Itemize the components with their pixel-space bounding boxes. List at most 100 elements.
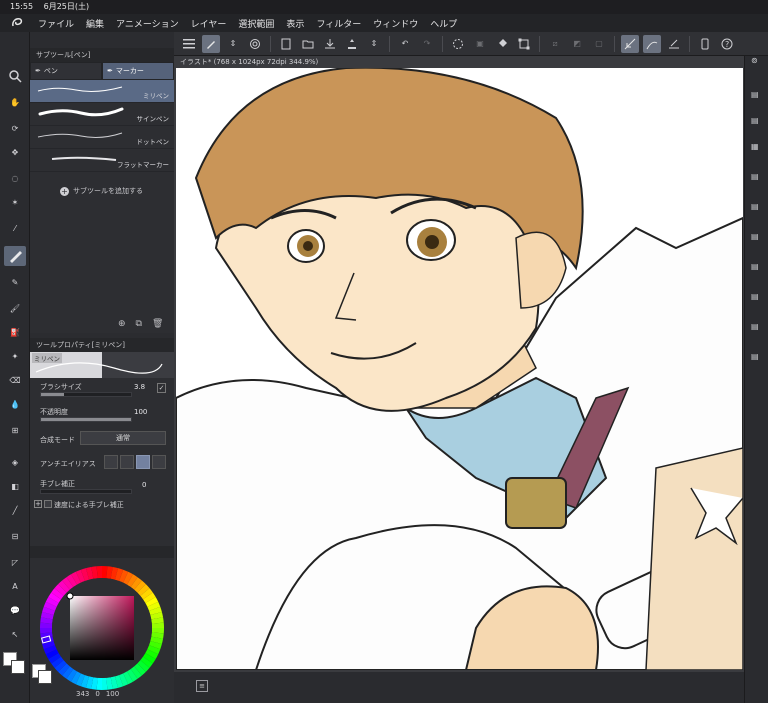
add-subtool-button[interactable]: + サブツールを追加する [30,186,174,196]
gradient-icon[interactable]: ◧ [4,476,26,496]
blend-mode-select[interactable]: 通常 [80,431,166,445]
pencil-icon[interactable]: ✎ [4,272,26,292]
aa-weak-icon[interactable] [120,455,134,469]
eraser-icon[interactable]: ⌫ [4,370,26,390]
trash-icon[interactable]: 🗑 [152,319,163,329]
brush-size-value[interactable]: 3.8 [134,383,145,391]
pressure-toggle-icon[interactable]: ✓ [157,383,166,393]
app-logo-icon[interactable] [10,16,24,30]
copy-icon[interactable]: ⊕ [118,319,126,329]
menu-selection[interactable]: 選択範囲 [238,17,274,30]
airbrush-icon[interactable]: ⛽ [4,322,26,342]
fill-icon[interactable] [493,35,511,53]
aa-strong-icon[interactable] [152,455,166,469]
text-icon[interactable]: A [4,576,26,596]
figure-icon[interactable]: ⊞ [4,420,26,440]
frame-icon[interactable]: ⊟ [4,526,26,546]
clear-icon[interactable] [449,35,467,53]
snap-ruler-icon[interactable] [621,34,639,53]
color-wheel[interactable] [38,564,166,692]
selection-border-icon[interactable]: ▢ [590,35,608,53]
opacity-fill [41,418,131,421]
history-icon[interactable]: ▤ [751,202,763,214]
deselect-icon[interactable]: ⧄ [546,35,564,53]
brush-item-sign-pen[interactable]: サインペン [30,103,174,126]
stabilize-slider[interactable] [40,489,132,494]
duplicate-icon[interactable]: ⧉ [136,319,142,329]
invert-selection-icon[interactable]: ◩ [568,35,586,53]
ruler-icon[interactable]: ◸ [4,552,26,572]
object-select-icon[interactable]: ↖ [4,624,26,644]
clear-outside-icon[interactable]: ▣ [471,35,489,53]
command-bar: ⇕ ⇕ ↶ ↷ ▣ ⧄ ◩ ▢ ? [174,32,768,56]
auto-action-icon[interactable]: ▤ [751,232,763,244]
layer-icon[interactable]: ▦ [751,142,763,154]
transform-icon[interactable] [515,35,533,53]
snap-grid-icon[interactable] [665,35,683,53]
menu-help[interactable]: ヘルプ [430,17,457,30]
hamburger-menu-icon[interactable] [180,35,198,53]
quick-access-icon[interactable]: ▤ [751,352,763,364]
help-icon[interactable]: ? [718,35,736,53]
brush-size-slider[interactable] [40,392,132,397]
aa-medium-icon[interactable] [136,455,150,469]
expand-icon[interactable]: + [34,500,42,508]
decoration-icon[interactable]: ✦ [4,346,26,366]
illustration-canvas[interactable] [176,68,743,670]
menu-file[interactable]: ファイル [38,17,74,30]
bg-color-swatch[interactable] [38,670,52,684]
magic-wand-icon[interactable]: ✶ [4,192,26,212]
opacity-slider[interactable] [40,417,132,422]
export-icon[interactable] [343,35,361,53]
menu-view[interactable]: 表示 [286,17,304,30]
opacity-value[interactable]: 100 [134,408,147,416]
menu-window[interactable]: ウィンドウ [373,17,418,30]
menu-edit[interactable]: 編集 [86,17,104,30]
updown-icon[interactable]: ⇕ [224,35,242,53]
hand-icon[interactable]: ✋ [4,92,26,112]
layer-search-icon[interactable]: ▤ [751,116,763,128]
blend-icon[interactable]: 💧 [4,394,26,414]
undo-icon[interactable]: ↶ [396,35,414,53]
redo-icon[interactable]: ↷ [418,35,436,53]
color-panel-header [30,546,174,558]
menu-animation[interactable]: アニメーション [116,17,179,30]
rotate-icon[interactable]: ⟳ [4,118,26,138]
lasso-tool-icon[interactable]: ◌ [4,168,26,188]
speed-checkbox[interactable] [44,500,52,508]
eyedropper-icon[interactable]: ⁄ [4,218,26,238]
canvas-tab[interactable]: イラスト* (768 x 1024px 72dpi 344.9%) [174,56,744,68]
info-icon[interactable]: ▤ [751,322,763,334]
move-icon[interactable]: ✥ [4,142,26,162]
menu-layer[interactable]: レイヤー [191,17,227,30]
fill-bucket-icon[interactable]: ◈ [4,452,26,472]
pen-tool-icon[interactable] [4,246,26,266]
brush-icon[interactable]: 🖌 [4,298,26,318]
pen-mode-icon[interactable] [202,34,220,53]
brush-item-milli-pen[interactable]: ミリペン [30,80,174,103]
aa-none-icon[interactable] [104,455,118,469]
brush-item-dot-pen[interactable]: ドットペン [30,126,174,149]
material-icon[interactable]: ▤ [751,172,763,184]
tab-marker[interactable]: ✒ マーカー [102,62,174,80]
sub-color-swatch[interactable] [11,660,25,674]
layer-property-icon[interactable]: ▤ [751,90,763,102]
zoom-icon[interactable] [4,66,26,86]
menu-filter[interactable]: フィルター [316,17,361,30]
line-icon[interactable]: ╱ [4,500,26,520]
navigator-icon[interactable]: ⊚ [751,56,763,68]
smartphone-icon[interactable] [696,35,714,53]
save-icon[interactable] [321,35,339,53]
snap-special-icon[interactable] [643,34,661,53]
lasso-icon[interactable] [246,35,264,53]
stepper-icon[interactable]: ⇕ [365,35,383,53]
balloon-icon[interactable]: 💬 [4,600,26,620]
new-file-icon[interactable] [277,35,295,53]
tab-pen[interactable]: ✒ ペン [30,62,102,80]
open-folder-icon[interactable] [299,35,317,53]
sub-view-icon[interactable]: ▤ [751,292,763,304]
stabilize-value[interactable]: 0 [142,481,146,489]
panel-toggle-icon[interactable]: ≡ [196,680,208,692]
brush-item-flat-marker[interactable]: フラットマーカー [30,149,174,172]
item-bank-icon[interactable]: ▤ [751,262,763,274]
